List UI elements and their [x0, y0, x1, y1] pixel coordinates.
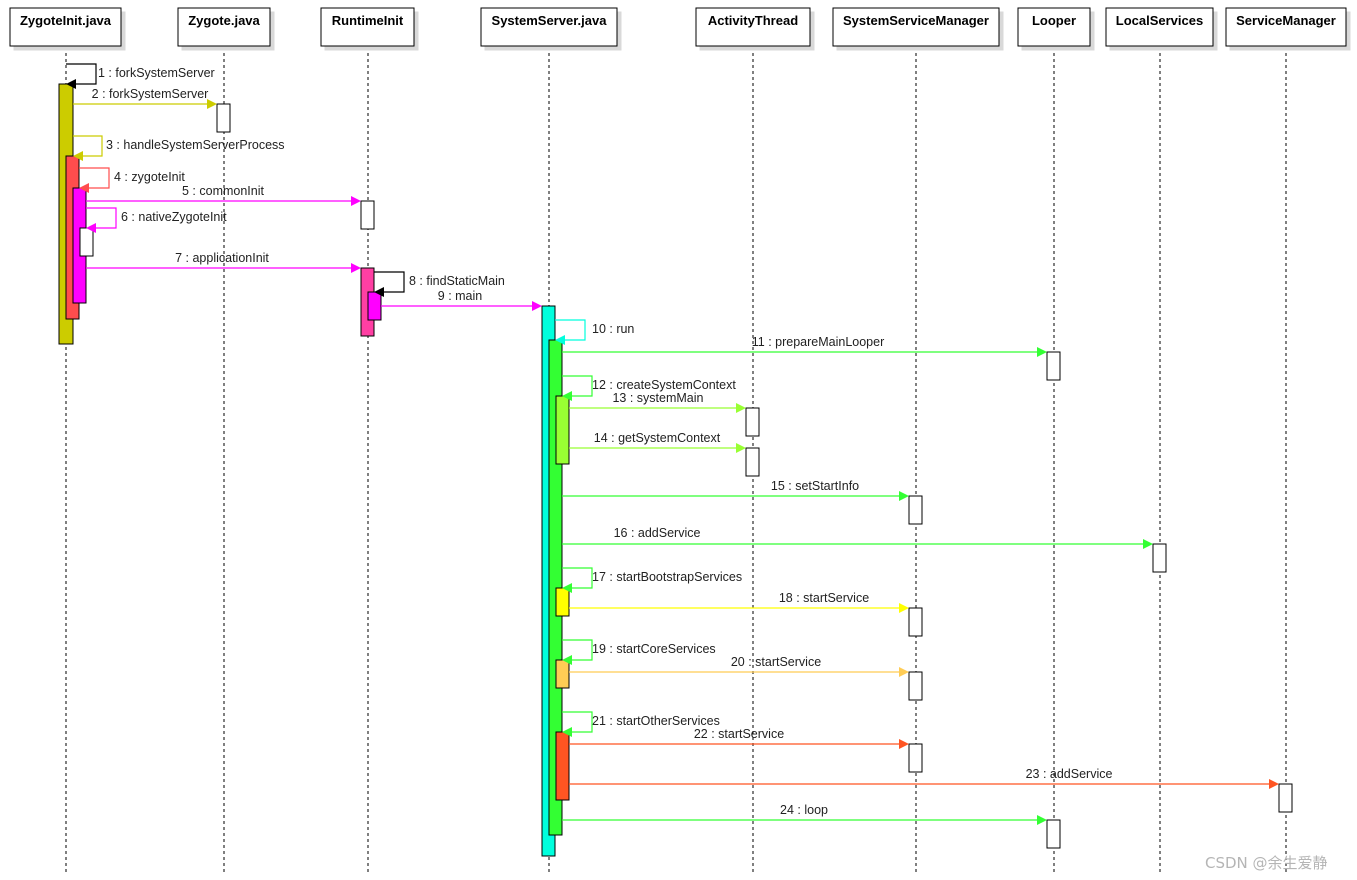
- message-1-label: 1 : forkSystemServer: [98, 66, 215, 80]
- activation-bar-localservices: [1152, 543, 1167, 573]
- arrowhead: [351, 196, 361, 206]
- activation-bar-systemservicemanager: [908, 743, 923, 773]
- message-17-arrow: [562, 567, 593, 589]
- message-4-arrow: [79, 167, 110, 189]
- activation-bar-looper: [1046, 351, 1061, 381]
- message-18-label: 18 : startService: [779, 591, 869, 605]
- activation-bar-systemservicemanager: [908, 495, 923, 525]
- activation-bar-runtimeinit: [367, 291, 382, 321]
- participant-label-runtimeinit: RuntimeInit: [332, 13, 404, 28]
- arrowhead: [1269, 779, 1279, 789]
- message-7-label: 7 : applicationInit: [175, 251, 269, 265]
- message-4-label: 4 : zygoteInit: [114, 170, 185, 184]
- arrowhead: [532, 301, 542, 311]
- message-22-label: 22 : startService: [694, 727, 784, 741]
- participant-label-activitythread: ActivityThread: [708, 13, 798, 28]
- activation-bar-systemservicemanager: [908, 671, 923, 701]
- participant-label-looper: Looper: [1032, 13, 1076, 28]
- activation-bar-activitythread: [745, 407, 760, 437]
- activation-bar-systemserver: [555, 587, 570, 617]
- activation-bar-systemserver: [555, 659, 570, 689]
- participant-label-systemservicemanager: SystemServiceManager: [843, 13, 989, 28]
- activation-bar-zygote: [216, 103, 231, 133]
- participant-label-zygote: Zygote.java: [188, 13, 260, 28]
- message-10-label: 10 : run: [592, 322, 634, 336]
- message-10-arrow: [555, 319, 586, 341]
- message-23-label: 23 : addService: [1026, 767, 1113, 781]
- message-1-arrow: [66, 63, 97, 85]
- message-11-label: 11 : prepareMainLooper: [752, 335, 885, 349]
- activation-bar-activitythread: [745, 447, 760, 477]
- participant-label-systemserver: SystemServer.java: [492, 13, 608, 28]
- arrowhead: [899, 603, 909, 613]
- activation-bar-looper: [1046, 819, 1061, 849]
- participant-label-servicemanager: ServiceManager: [1236, 13, 1336, 28]
- arrowhead: [207, 99, 217, 109]
- message-12-label: 12 : createSystemContext: [592, 378, 736, 392]
- message-13-label: 13 : systemMain: [612, 391, 703, 405]
- message-6-label: 6 : nativeZygoteInit: [121, 210, 227, 224]
- arrowhead: [899, 667, 909, 677]
- arrowhead: [899, 491, 909, 501]
- activation-bar-systemserver: [555, 395, 570, 465]
- message-21-label: 21 : startOtherServices: [592, 714, 720, 728]
- activation-bar-servicemanager: [1278, 783, 1293, 813]
- message-6-arrow: [86, 207, 117, 229]
- message-8-label: 8 : findStaticMain: [409, 274, 505, 288]
- sequence-diagram: ZygoteInit.java Zygote.java RuntimeInit Sys…: [9, 7, 1347, 875]
- participant-label-zygoteinit: ZygoteInit.java: [20, 13, 112, 28]
- message-21-arrow: [562, 711, 593, 733]
- message-2-label: 2 : forkSystemServer: [92, 87, 209, 101]
- message-12-arrow: [562, 375, 593, 397]
- message-14-label: 14 : getSystemContext: [594, 431, 721, 445]
- arrowhead: [1037, 815, 1047, 825]
- activation-bar-runtimeinit: [360, 200, 375, 230]
- arrowhead: [1143, 539, 1153, 549]
- arrowhead: [899, 739, 909, 749]
- message-19-arrow: [562, 639, 593, 661]
- participant-label-localservices: LocalServices: [1116, 13, 1203, 28]
- message-16-label: 16 : addService: [614, 526, 701, 540]
- watermark: CSDN @余生爱静: [1205, 854, 1328, 872]
- arrowhead: [351, 263, 361, 273]
- message-9-label: 9 : main: [438, 289, 483, 303]
- arrowhead: [736, 443, 746, 453]
- message-3-label: 3 : handleSystemServerProcess: [106, 138, 285, 152]
- activation-bar-systemserver: [555, 731, 570, 801]
- message-8-arrow: [374, 271, 405, 293]
- message-24-label: 24 : loop: [780, 803, 828, 817]
- arrowhead: [736, 403, 746, 413]
- message-15-label: 15 : setStartInfo: [771, 479, 859, 493]
- arrowhead: [1037, 347, 1047, 357]
- message-3-arrow: [73, 135, 103, 157]
- message-5-label: 5 : commonInit: [182, 184, 265, 198]
- activation-bar-systemservicemanager: [908, 607, 923, 637]
- message-20-label: 20 : startService: [731, 655, 821, 669]
- message-19-label: 19 : startCoreServices: [592, 642, 716, 656]
- message-17-label: 17 : startBootstrapServices: [592, 570, 742, 584]
- activation-bar-zygoteinit: [79, 227, 94, 257]
